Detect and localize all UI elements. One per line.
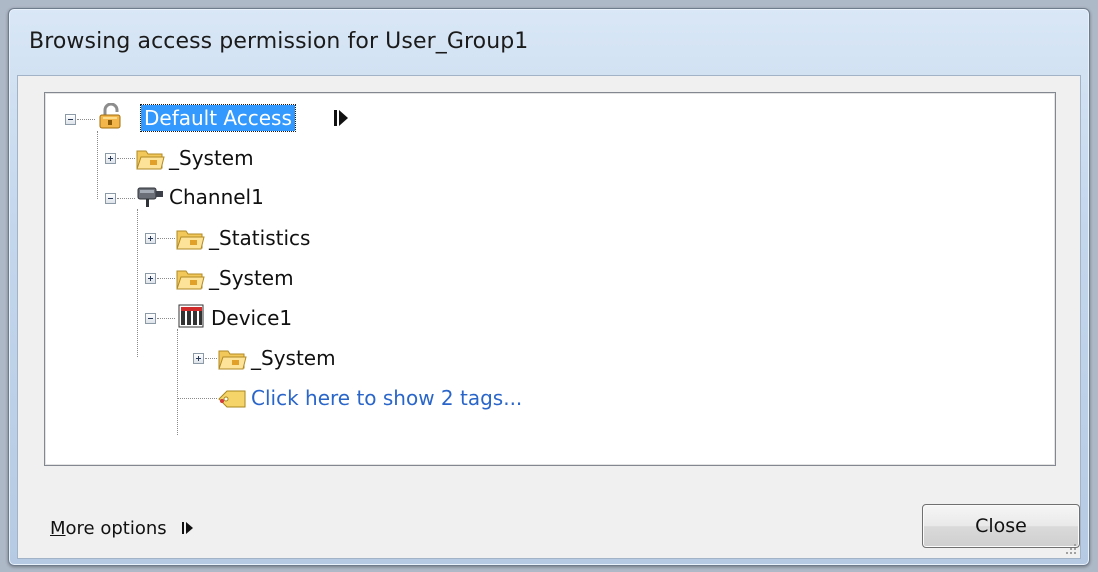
more-options-accelerator: M [50,518,66,539]
tree-connector-line [157,318,175,319]
show-tags-link[interactable]: Click here to show 2 tags... [251,385,522,411]
tree-node-device1[interactable]: Device1 [211,305,292,331]
folder-icon [176,270,205,290]
tree-connector-line [157,278,175,279]
tag-icon [218,390,246,408]
resize-grip-icon[interactable] [1064,542,1078,556]
tree-node-system[interactable]: _System [169,145,254,171]
close-button[interactable]: Close [922,504,1080,548]
permission-tree[interactable]: Default Access _System Channel1 _Statist… [44,92,1056,466]
expand-toggle[interactable] [105,153,116,164]
more-options-label: ore options [65,518,167,539]
padlock-open-icon [99,103,121,129]
collapse-toggle[interactable] [145,313,156,324]
window-title: Browsing access permission for User_Grou… [29,29,529,54]
channel-icon [137,187,163,207]
arrow-right-icon [182,522,194,534]
tree-connector-line [177,398,217,399]
tree-connector-line [117,198,135,199]
collapse-toggle[interactable] [105,193,116,204]
tree-node-system[interactable]: _System [209,265,294,291]
collapse-toggle[interactable] [65,114,76,125]
tree-node-default-access[interactable]: Default Access [140,104,296,132]
tree-connector-line [157,238,175,239]
device-icon [178,304,204,328]
tree-node-channel1[interactable]: Channel1 [169,184,264,210]
tree-connector-line [97,131,98,199]
folder-icon [176,230,205,250]
folder-icon [136,150,165,170]
tree-node-statistics[interactable]: _Statistics [209,225,310,251]
tree-connector-line [177,329,178,435]
tree-connector-line [205,358,217,359]
tree-connector-line [77,119,95,120]
dialog-window: Browsing access permission for User_Grou… [8,8,1090,566]
tree-connector-line [117,158,135,159]
dialog-client-area: Default Access _System Channel1 _Statist… [17,75,1081,559]
arrow-right-icon[interactable] [333,108,349,128]
expand-toggle[interactable] [145,233,156,244]
tree-connector-line [137,209,138,357]
expand-toggle[interactable] [145,273,156,284]
tree-node-system[interactable]: _System [251,345,336,371]
title-bar[interactable]: Browsing access permission for User_Grou… [9,9,1089,73]
more-options-link[interactable]: More options [50,518,194,539]
folder-icon [218,350,247,370]
expand-toggle[interactable] [193,353,204,364]
close-button-label: Close [975,515,1027,537]
